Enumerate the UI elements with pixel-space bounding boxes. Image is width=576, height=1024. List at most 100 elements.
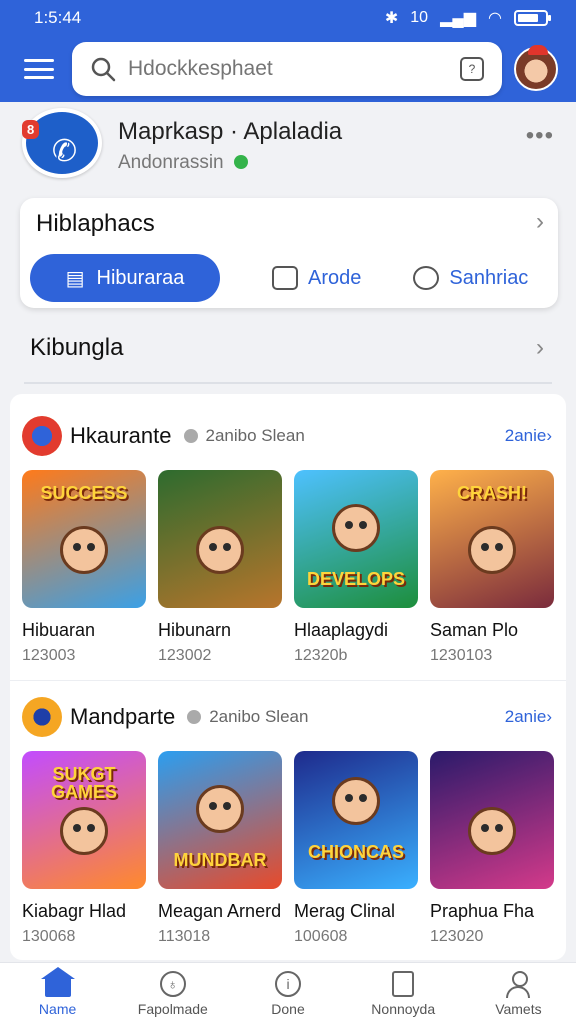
- game-tile[interactable]: CRASH! Saman Plo 1230103: [430, 470, 554, 665]
- wifi-icon: ◠: [488, 10, 502, 27]
- nav-profile[interactable]: Vamets: [461, 963, 576, 1024]
- group-icon: [22, 697, 62, 737]
- see-more-link[interactable]: 2anie›: [505, 707, 552, 727]
- nav-home[interactable]: Name: [0, 963, 115, 1024]
- game-count: 123020: [430, 928, 484, 945]
- circle-icon: ♁: [159, 970, 186, 997]
- game-count: 12320b: [294, 647, 348, 664]
- menu-icon[interactable]: [24, 59, 54, 79]
- chevron-right-icon[interactable]: ›: [536, 208, 544, 236]
- info-icon: i: [275, 970, 301, 997]
- top-app-bar: 1:5:44 ✱ 10 ▂▄▆ ◠ ?: [0, 0, 576, 102]
- nav-third[interactable]: i Done: [230, 963, 345, 1024]
- game-thumbnail: CHIONCAS: [294, 751, 418, 889]
- user-icon: [505, 970, 531, 998]
- app-logo: 8 ✆: [22, 108, 102, 178]
- tile-row: SUCCESS Hibuaran 123003 Hibunarn 123002 …: [22, 470, 554, 665]
- game-tile[interactable]: Hibunarn 123002: [158, 470, 282, 665]
- game-tile[interactable]: SUKGT GAMES Kiabagr Hlad 130068: [22, 751, 146, 946]
- game-title: Hibunarn: [158, 620, 232, 640]
- tab-active[interactable]: ▤ Hiburaraa: [30, 254, 220, 302]
- tab-second[interactable]: Arode: [272, 266, 361, 290]
- category-card: Hiblaphacs › ▤ Hiburaraa Arode Sanhriac: [20, 198, 558, 308]
- dot-icon: [187, 710, 202, 724]
- verified-icon: [233, 155, 248, 169]
- game-count: 123003: [22, 647, 76, 664]
- game-thumbnail: MUNDBAR: [158, 751, 282, 889]
- nav-label: Done: [271, 1000, 305, 1017]
- more-options-icon[interactable]: •••: [526, 122, 554, 150]
- game-count: 130068: [22, 928, 76, 945]
- dot-icon: [183, 429, 198, 443]
- group-subtitle: 2anibo Slean: [209, 707, 309, 726]
- game-thumbnail: [158, 470, 282, 608]
- game-thumbnail: SUCCESS: [22, 470, 146, 608]
- bottom-navigation: Name ♁ Fapolmade i Done Nonnoyda Vamets: [0, 962, 576, 1024]
- game-tile[interactable]: DEVELOPS Hlaaplagydi 12320b: [294, 470, 418, 665]
- game-thumbnail: SUKGT GAMES: [22, 751, 146, 889]
- nav-fourth[interactable]: Nonnoyda: [346, 963, 461, 1024]
- game-count: 113018: [158, 928, 211, 945]
- group-name: Mandparte: [70, 704, 176, 729]
- phone-icon: ✆: [52, 135, 78, 168]
- nav-label: Fapolmade: [137, 1000, 208, 1017]
- tab-label: Arode: [308, 266, 362, 289]
- search-icon: [91, 57, 116, 82]
- store-icon: ▤: [65, 267, 85, 290]
- chat-icon: [272, 266, 298, 290]
- game-tile[interactable]: MUNDBAR Meagan Arnerd 113018: [158, 751, 282, 946]
- tab-label: Sanhriac: [449, 266, 529, 289]
- game-title: Kiabagr Hlad: [22, 901, 127, 921]
- game-tile[interactable]: CHIONCAS Merag Clinal 100608: [294, 751, 418, 946]
- game-tile[interactable]: Praphua Fha 123020: [430, 751, 554, 946]
- bluetooth-icon: ✱: [384, 10, 399, 27]
- search-bar[interactable]: ?: [72, 42, 502, 96]
- nav-label: Vamets: [495, 1000, 542, 1017]
- signal-icon: ▂▄▆: [440, 10, 477, 27]
- avatar[interactable]: [514, 45, 558, 91]
- game-title: Merag Clinal: [294, 901, 396, 921]
- group-icon: [22, 416, 62, 456]
- game-count: 100608: [294, 928, 348, 945]
- game-tile[interactable]: SUCCESS Hibuaran 123003: [22, 470, 146, 665]
- app-subtitle: Andonrassin: [118, 152, 248, 174]
- divider: [10, 680, 566, 681]
- voice-search-icon[interactable]: ?: [460, 57, 484, 81]
- status-icons: ✱ 10 ▂▄▆ ◠: [384, 8, 551, 28]
- game-title: Hibuaran: [22, 620, 96, 640]
- see-more-link[interactable]: 2anie›: [505, 426, 552, 446]
- nav-label: Nonnoyda: [371, 1000, 436, 1017]
- game-thumbnail: [430, 751, 554, 889]
- app-header: 8 ✆ Maprkasp · Aplaladia Andonrassin •••: [20, 106, 560, 186]
- tab-third[interactable]: Sanhriac: [413, 266, 528, 290]
- game-list-card: Hkaurante 2anibo Slean 2anie› SUCCESS Hi…: [10, 394, 566, 960]
- status-bar: 1:5:44 ✱ 10 ▂▄▆ ◠: [0, 0, 576, 36]
- game-title: Meagan Arnerd: [158, 901, 282, 921]
- chevron-right-icon[interactable]: ›: [536, 334, 544, 362]
- search-input[interactable]: [128, 57, 460, 81]
- network-label: 10: [410, 9, 429, 26]
- category-card-title: Hiblaphacs: [36, 210, 155, 237]
- app-name: Maprkasp · Aplaladia: [118, 118, 343, 145]
- nav-second[interactable]: ♁ Fapolmade: [115, 963, 230, 1024]
- tab-bar: ▤ Hiburaraa Arode Sanhriac: [30, 254, 528, 302]
- home-icon: [40, 966, 75, 997]
- nav-label: Name: [38, 1000, 77, 1017]
- play-icon: [413, 266, 440, 290]
- document-icon: [392, 970, 415, 997]
- app-badge: 8: [22, 120, 40, 139]
- game-count: 1230103: [430, 647, 493, 664]
- game-title: Hlaaplagydi: [294, 620, 389, 640]
- group-name: Hkaurante: [70, 423, 172, 448]
- game-thumbnail: DEVELOPS: [294, 470, 418, 608]
- tab-label: Hiburaraa: [96, 266, 185, 289]
- divider: [24, 382, 552, 384]
- group-subtitle: 2anibo Slean: [205, 426, 305, 445]
- section-title: Kibungla: [30, 334, 124, 361]
- game-count: 123002: [158, 647, 212, 664]
- game-title: Praphua Fha: [430, 901, 535, 921]
- status-time: 1:5:44: [34, 8, 82, 27]
- game-thumbnail: CRASH!: [430, 470, 554, 608]
- tile-row: SUKGT GAMES Kiabagr Hlad 130068 MUNDBAR …: [22, 751, 554, 946]
- game-title: Saman Plo: [430, 620, 519, 640]
